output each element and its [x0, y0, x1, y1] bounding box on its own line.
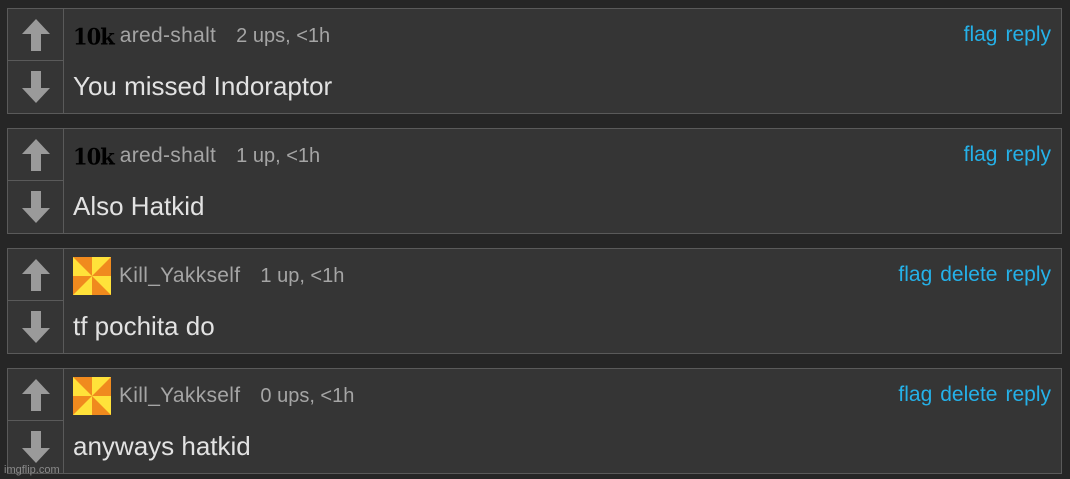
upvote-button[interactable]	[8, 9, 63, 61]
vote-column	[8, 9, 64, 113]
arrow-down-icon	[21, 71, 50, 103]
username-link[interactable]: Kill_Yakkself	[119, 384, 240, 408]
points-and-age: 2 ups, <1h	[236, 24, 331, 47]
comment-header: Kill_Yakkself 0 ups, <1h	[73, 377, 355, 415]
arrow-down-icon	[21, 191, 50, 223]
points-and-age: 0 ups, <1h	[260, 384, 355, 407]
comment-body: Also Hatkid	[73, 191, 205, 221]
comment-body: tf pochita do	[73, 311, 215, 341]
comment: Kill_Yakkself 0 ups, <1h flag delete rep…	[7, 368, 1062, 474]
comment-body: You missed Indoraptor	[73, 71, 333, 101]
vote-column	[8, 369, 64, 473]
comment-thread: 10k ared-shalt 2 ups, <1h flag reply You…	[0, 0, 1070, 479]
comment-actions: flag delete reply	[898, 263, 1051, 287]
comment-header: 10k ared-shalt 1 up, <1h	[73, 141, 320, 171]
reply-link[interactable]: reply	[1005, 23, 1051, 47]
reply-link[interactable]: reply	[1005, 383, 1051, 407]
delete-link[interactable]: delete	[940, 263, 997, 287]
username-link[interactable]: ared-shalt	[120, 24, 216, 48]
pinwheel-avatar-icon[interactable]	[73, 377, 111, 415]
comment-header: 10k ared-shalt 2 ups, <1h	[73, 21, 330, 51]
arrow-up-icon	[21, 138, 50, 171]
comment-actions: flag reply	[964, 143, 1051, 167]
points-and-age: 1 up, <1h	[260, 264, 345, 287]
points-and-age: 1 up, <1h	[236, 144, 321, 167]
arrow-up-icon	[21, 378, 50, 411]
comment: 10k ared-shalt 2 ups, <1h flag reply You…	[7, 8, 1062, 114]
reply-link[interactable]: reply	[1005, 143, 1051, 167]
arrow-down-icon	[21, 311, 50, 343]
rank-badge: 10k	[73, 22, 115, 50]
comment-actions: flag delete reply	[898, 383, 1051, 407]
comment-actions: flag reply	[964, 23, 1051, 47]
comment-header: Kill_Yakkself 1 up, <1h	[73, 257, 345, 295]
arrow-up-icon	[21, 18, 50, 51]
comment: 10k ared-shalt 1 up, <1h flag reply Also…	[7, 128, 1062, 234]
flag-link[interactable]: flag	[964, 143, 998, 167]
upvote-button[interactable]	[8, 249, 63, 301]
flag-link[interactable]: flag	[898, 383, 932, 407]
reply-link[interactable]: reply	[1005, 263, 1051, 287]
username-link[interactable]: ared-shalt	[120, 144, 216, 168]
vote-column	[8, 249, 64, 353]
delete-link[interactable]: delete	[940, 383, 997, 407]
upvote-button[interactable]	[8, 129, 63, 181]
username-link[interactable]: Kill_Yakkself	[119, 264, 240, 288]
arrow-up-icon	[21, 258, 50, 291]
rank-badge: 10k	[73, 142, 115, 170]
upvote-button[interactable]	[8, 369, 63, 421]
flag-link[interactable]: flag	[898, 263, 932, 287]
downvote-button[interactable]	[8, 61, 63, 113]
vote-column	[8, 129, 64, 233]
pinwheel-avatar-icon[interactable]	[73, 257, 111, 295]
flag-link[interactable]: flag	[964, 23, 998, 47]
comment: Kill_Yakkself 1 up, <1h flag delete repl…	[7, 248, 1062, 354]
arrow-down-icon	[21, 431, 50, 463]
imgflip-watermark: imgflip.com	[4, 464, 60, 476]
downvote-button[interactable]	[8, 301, 63, 353]
downvote-button[interactable]	[8, 181, 63, 233]
comment-body: anyways hatkid	[73, 431, 251, 461]
